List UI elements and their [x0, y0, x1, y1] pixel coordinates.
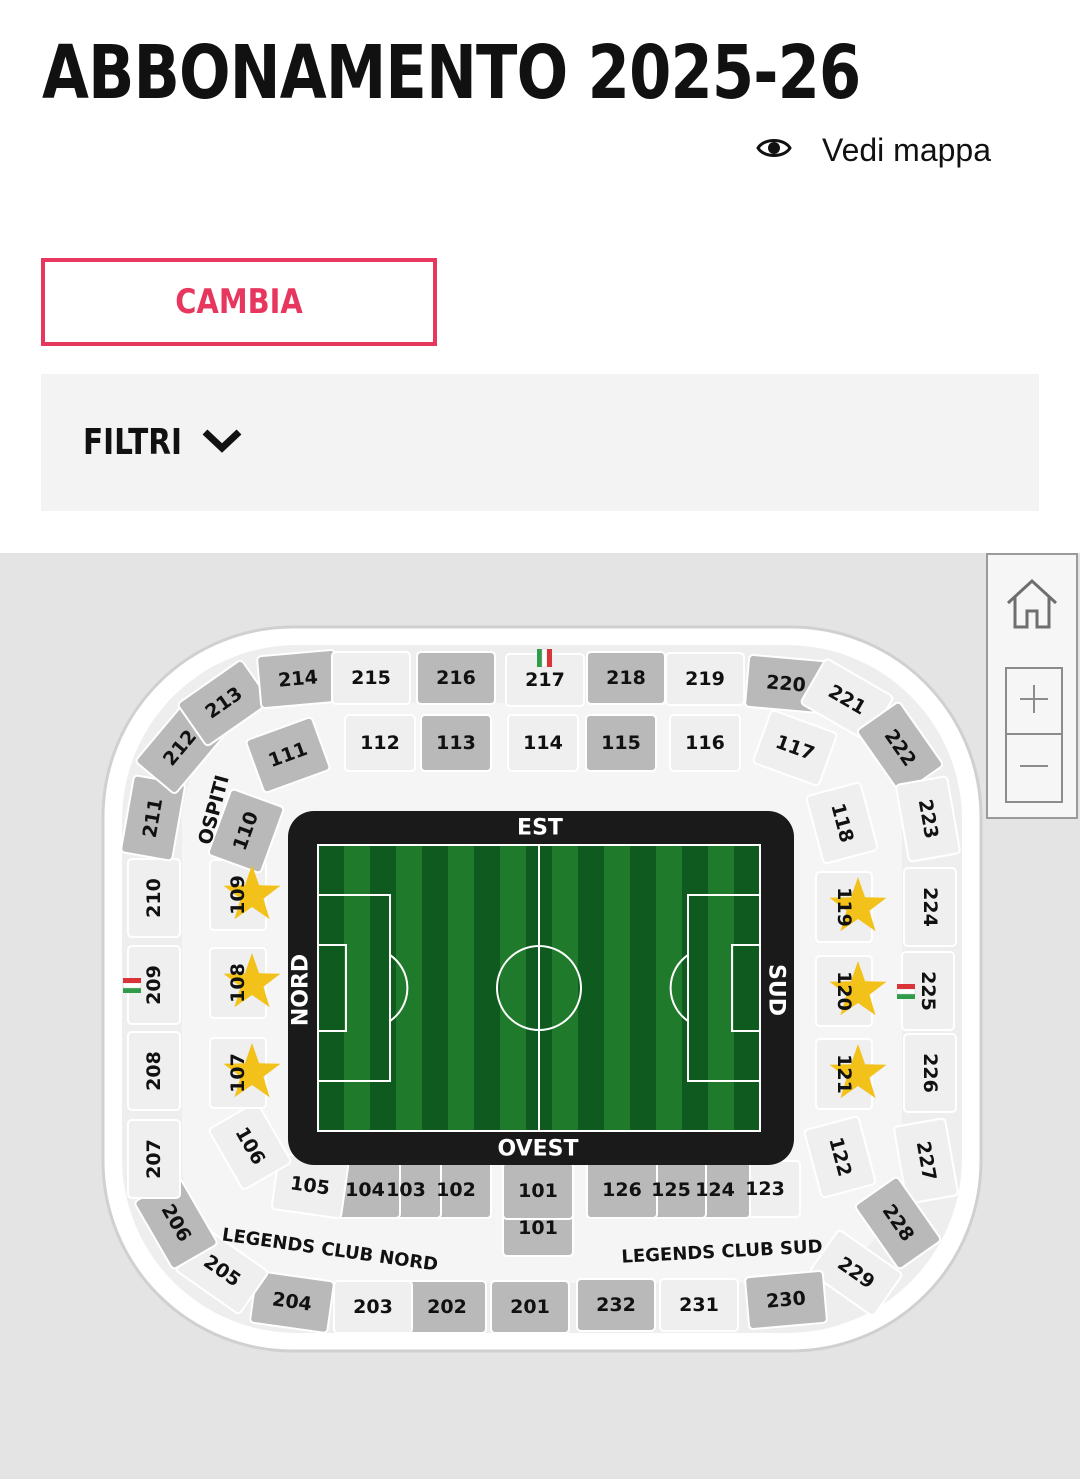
pitch-stripe — [422, 845, 449, 1131]
section-label: 202 — [427, 1296, 467, 1318]
pitch-stripe — [552, 845, 579, 1131]
section-label: 101 — [518, 1180, 558, 1202]
pitch-stripe — [734, 845, 761, 1131]
section-label: 220 — [765, 671, 806, 696]
section-label: 125 — [651, 1179, 691, 1201]
chevron-down-icon — [200, 426, 244, 460]
stadium-map[interactable]: 101 101 102 103 104 105 106 107 108 109 110 111 112 1… — [0, 553, 1080, 1479]
plus-icon — [1018, 683, 1050, 719]
section-label: 207 — [143, 1139, 165, 1179]
section-label: 225 — [917, 971, 939, 1011]
eye-icon — [756, 136, 792, 164]
section-label: 104 — [345, 1179, 385, 1201]
page-title: ABBONAMENTO 2025-26 — [42, 30, 861, 116]
section-label: 230 — [765, 1287, 806, 1312]
section-label: 120 — [833, 971, 855, 1011]
minus-icon — [1018, 750, 1050, 786]
pitch-stripe — [682, 845, 709, 1131]
section-label: 115 — [601, 732, 641, 754]
stand-label-east: EST — [517, 816, 563, 841]
section-label: 113 — [436, 732, 476, 754]
filters-toggle[interactable]: FILTRI — [41, 374, 1039, 511]
section-label: 114 — [523, 732, 563, 754]
section-label: 107 — [227, 1053, 249, 1093]
stand-label-north: NORD — [289, 954, 314, 1026]
section-label: 226 — [919, 1053, 941, 1093]
section-label: 112 — [360, 732, 400, 754]
zoom-in-button[interactable] — [1005, 667, 1063, 735]
italian-flag-icon — [896, 984, 916, 999]
change-button[interactable]: CAMBIA — [41, 258, 437, 346]
section-label: 224 — [919, 887, 941, 927]
section-label: 124 — [695, 1179, 735, 1201]
section-label: 126 — [602, 1179, 642, 1201]
section-label: 232 — [596, 1294, 636, 1316]
pitch-stripe — [448, 845, 475, 1131]
section-label: 217 — [525, 669, 565, 691]
change-button-label: CAMBIA — [175, 282, 303, 322]
section-label: 215 — [351, 667, 391, 689]
stadium-svg: 101101102103104105106107108109110111 112 1… — [101, 625, 983, 1353]
pitch-stripe — [500, 845, 527, 1131]
section-label: 210 — [143, 878, 165, 918]
pitch-stripe — [396, 845, 423, 1131]
pitch-stripe — [630, 845, 657, 1131]
section-label: 219 — [685, 668, 725, 690]
view-map-label: Vedi mappa — [822, 131, 992, 168]
pitch-stripe — [708, 845, 735, 1131]
filters-label: FILTRI — [83, 422, 182, 463]
pitch-stripe — [656, 845, 683, 1131]
section-label: 218 — [606, 667, 646, 689]
section-label: 123 — [745, 1178, 785, 1200]
view-map-link[interactable]: Vedi mappa — [756, 124, 991, 176]
map-controls — [986, 553, 1078, 819]
zoom-out-button[interactable] — [1005, 735, 1063, 803]
section-label: 109 — [227, 875, 249, 915]
section-label: 101 — [518, 1217, 558, 1239]
section-label: 209 — [143, 965, 165, 1005]
section-label: 119 — [833, 887, 855, 927]
section-label: 208 — [143, 1051, 165, 1091]
stand-label-west: OVEST — [497, 1137, 578, 1162]
section-label: 231 — [679, 1294, 719, 1316]
section-label: 103 — [386, 1179, 426, 1201]
section-label: 102 — [436, 1179, 476, 1201]
pitch-stripe — [318, 845, 345, 1131]
pitch-stripe — [370, 845, 397, 1131]
section-label: 116 — [685, 732, 725, 754]
pitch-stripe — [344, 845, 371, 1131]
pitch-stripe — [604, 845, 631, 1131]
italian-flag-icon — [537, 648, 552, 668]
section-label: 214 — [277, 666, 318, 691]
section-label: 121 — [833, 1054, 855, 1094]
home-button[interactable] — [1002, 575, 1062, 635]
home-icon — [1004, 575, 1060, 635]
section-label: 108 — [227, 963, 249, 1003]
italian-flag-icon — [122, 978, 142, 993]
section-label: 201 — [510, 1296, 550, 1318]
stand-label-south: SUD — [764, 964, 789, 1016]
section-label: 203 — [353, 1296, 393, 1318]
section-label: 216 — [436, 667, 476, 689]
